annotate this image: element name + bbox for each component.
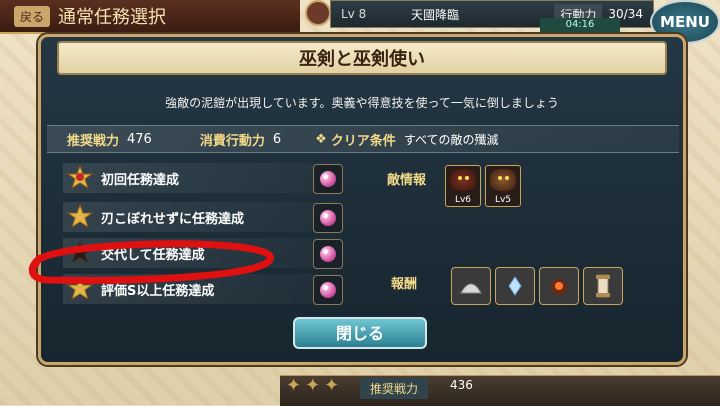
screen-title: 通常任務選択	[58, 7, 167, 28]
medal-empty-icon	[66, 239, 94, 266]
close-button[interactable]: 閉じる	[293, 317, 427, 349]
shell-icon[interactable]	[451, 267, 491, 305]
mission-reward-slot	[313, 239, 343, 269]
mission-dialog: 巫剣と巫剣使い 強敵の泥鎧が出現しています。奥義や得意技を使って一気に倒しましょ…	[38, 34, 686, 365]
gem-icon	[320, 282, 336, 298]
bottom-bar	[280, 375, 720, 406]
medal-icons: ✦✦✦	[286, 375, 344, 396]
rewards-label: 報酬	[391, 277, 418, 292]
ap-cost-label: 消費行動力	[199, 133, 265, 149]
player-name: 天國降臨	[411, 7, 460, 22]
dialog-description: 強敵の泥鎧が出現しています。奥義や得意技を使って一気に倒しましょう	[165, 96, 559, 110]
mission-label: 初回任務達成	[101, 172, 180, 188]
crest-icon	[305, 0, 331, 26]
enemy-level: Lv5	[494, 195, 512, 205]
ap-cost-value: 6	[272, 131, 282, 147]
recommended-power-label: 推奨戦力	[67, 133, 120, 149]
clear-condition-label: クリア条件	[330, 133, 396, 149]
enemy-portrait[interactable]: Lv5	[485, 165, 521, 207]
mission-item: 刃こぼれせずに任務達成	[63, 202, 343, 233]
medal-gold-icon	[66, 275, 94, 302]
bottom-recommended-power-value: 436	[450, 378, 473, 392]
enemy-icon	[490, 169, 516, 191]
mission-item: 初回任務達成	[63, 163, 343, 194]
recommended-power-value: 476	[127, 131, 152, 147]
mission-item: 評価S以上任務達成	[63, 274, 343, 305]
gem-icon	[320, 246, 336, 262]
mission-reward-slot	[313, 203, 343, 233]
mission-item: 交代して任務達成	[63, 238, 343, 269]
screen-header: 戻る 通常任務選択	[0, 0, 300, 34]
mission-reward-slot	[313, 164, 343, 194]
mission-label: 交代して任務達成	[101, 247, 205, 263]
mission-label: 評価S以上任務達成	[101, 283, 215, 299]
bottom-recommended-power-label: 推奨戦力	[360, 378, 429, 399]
diamond-icon: ❖	[315, 131, 327, 147]
crystal-shard-icon[interactable]	[495, 267, 535, 305]
back-button[interactable]: 戻る	[14, 5, 51, 27]
mission-reward-slot	[313, 275, 343, 305]
player-level: Lv 8	[341, 7, 367, 21]
fire-stone-icon[interactable]	[539, 267, 579, 305]
dialog-title: 巫剣と巫剣使い	[57, 41, 667, 75]
clear-condition-value: すべての敵の殲滅	[403, 132, 499, 147]
gem-icon	[320, 210, 336, 226]
recovery-timer: 04:16	[540, 18, 620, 32]
enemy-info-label: 敵情報	[387, 173, 427, 188]
scroll-icon[interactable]	[583, 267, 623, 305]
mission-label: 刃こぼれせずに任務達成	[101, 211, 245, 227]
medal-gold-icon	[66, 203, 94, 230]
enemy-icon	[450, 169, 476, 191]
enemy-level: Lv6	[454, 195, 472, 205]
enemy-portrait[interactable]: Lv6	[445, 165, 481, 207]
gem-icon	[320, 171, 336, 187]
medal-gold-icon	[66, 164, 94, 191]
mission-stats: 推奨戦力 476 消費行動力 6 ❖ クリア条件 すべての敵の殲滅	[47, 125, 679, 153]
